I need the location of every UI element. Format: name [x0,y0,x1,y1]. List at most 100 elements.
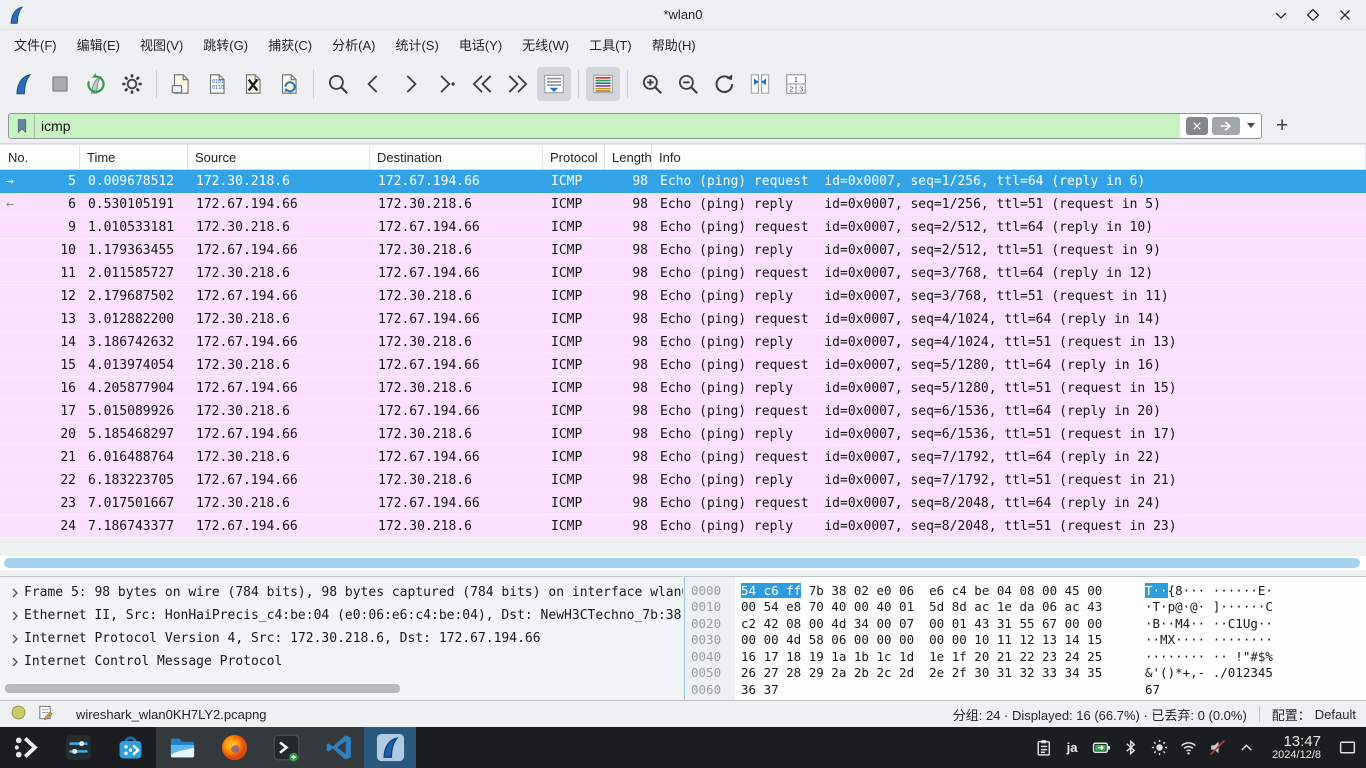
menu-item-7[interactable]: 统计(S) [385,32,448,57]
reload-file-button[interactable] [272,67,306,101]
column-header-destination[interactable]: Destination [370,145,543,169]
menu-item-10[interactable]: 工具(T) [579,32,642,57]
input-method-indicator[interactable]: ja [1061,737,1083,759]
hex-ascii[interactable]: &'()*+,- ./012345 [1123,665,1273,680]
menu-item-11[interactable]: 帮助(H) [642,32,706,57]
add-filter-button[interactable]: + [1276,116,1288,136]
find-packet-button[interactable] [321,67,355,101]
expert-info-icon[interactable] [10,704,27,724]
hex-ascii[interactable]: ·T·p@·@· ]······C [1123,599,1273,614]
hex-bytes[interactable]: 00 54 e8 70 40 00 40 01 5d 8d ac 1e da 0… [735,599,1123,614]
auto-scroll-button[interactable] [537,67,571,101]
zoom-reset-button[interactable] [707,67,741,101]
taskbar-app-wireshark[interactable] [364,727,416,768]
hex-ascii[interactable]: ········ ·· !"#$% [1123,649,1273,664]
hex-bytes[interactable]: 00 00 4d 58 06 00 00 00 00 00 10 11 12 1… [735,632,1123,647]
zoom-out-button[interactable] [671,67,705,101]
expand-chevron-icon[interactable] [6,634,24,644]
menu-item-6[interactable]: 分析(A) [322,32,385,57]
expand-chevron-icon[interactable] [6,611,24,621]
expand-chevron-icon[interactable] [6,657,24,667]
close-button[interactable] [1334,4,1356,26]
packet-row[interactable]: 237.017501667172.30.218.6172.67.194.66IC… [0,492,1366,515]
hex-ascii[interactable]: 67 [1123,682,1160,697]
display-filter-input[interactable] [35,114,1180,138]
hex-bytes[interactable]: 36 37 [735,682,1123,697]
column-header-time[interactable]: Time [80,145,188,169]
taskbar-app-firefox[interactable] [208,727,260,768]
menu-item-3[interactable]: 视图(V) [130,32,193,57]
packet-row[interactable]: 205.185468297172.67.194.66172.30.218.6IC… [0,423,1366,446]
hex-bytes[interactable]: 54 c6 ff 7b 38 02 e0 06 e6 c4 be 04 08 0… [735,583,1123,598]
menu-item-1[interactable]: 文件(F) [4,32,67,57]
battery-icon[interactable] [1090,737,1112,759]
capture-options-button[interactable] [115,67,149,101]
hex-ascii[interactable]: ··MX···· ········ [1123,632,1273,647]
menu-item-9[interactable]: 无线(W) [512,32,579,57]
close-file-button[interactable] [236,67,270,101]
taskbar-app-app-launcher[interactable] [0,727,52,768]
packet-row[interactable]: 247.186743377172.67.194.66172.30.218.6IC… [0,515,1366,538]
stop-capture-button[interactable] [43,67,77,101]
taskbar-app-file-manager[interactable] [156,727,208,768]
restart-capture-button[interactable] [79,67,113,101]
chevron-up-icon[interactable] [1235,737,1257,759]
taskbar-app-discover[interactable] [104,727,156,768]
hex-dump-pane[interactable]: 000054 c6 ff 7b 38 02 e0 06 e6 c4 be 04 … [684,576,1366,700]
clipboard-icon[interactable] [1032,737,1054,759]
hex-bytes[interactable]: 26 27 28 29 2a 2b 2c 2d 2e 2f 30 31 32 3… [735,665,1123,680]
packet-list-header[interactable]: No.TimeSourceDestinationProtocolLengthIn… [0,144,1366,170]
bluetooth-icon[interactable] [1119,737,1141,759]
menu-item-5[interactable]: 捕获(C) [258,32,322,57]
detail-line-3[interactable]: Internet Protocol Version 4, Src: 172.30… [0,627,683,650]
packet-row[interactable]: 112.011585727172.30.218.6172.67.194.66IC… [0,262,1366,285]
taskbar-app-system-settings[interactable] [52,727,104,768]
profile-value[interactable]: Default [1315,707,1356,722]
hex-ascii[interactable]: ·B··M4·· ··C1Ug·· [1123,616,1273,631]
capture-comment-icon[interactable] [37,704,54,724]
clock[interactable]: 13:472024/12/8 [1272,734,1321,761]
taskbar-app-vscode[interactable] [312,727,364,768]
packet-row[interactable]: 226.183223705172.67.194.66172.30.218.6IC… [0,469,1366,492]
packet-row[interactable]: 101.179363455172.67.194.66172.30.218.6IC… [0,239,1366,262]
packet-list-hscrollbar[interactable] [0,556,1366,570]
last-packet-button[interactable] [501,67,535,101]
menu-item-2[interactable]: 编辑(E) [67,32,130,57]
packet-row[interactable]: 164.205877904172.67.194.66172.30.218.6IC… [0,377,1366,400]
packet-row[interactable]: 175.015089926172.30.218.6172.67.194.66IC… [0,400,1366,423]
save-file-button[interactable]: 01010110 [200,67,234,101]
column-header-source[interactable]: Source [188,145,370,169]
colorize-button[interactable] [586,67,620,101]
open-file-button[interactable] [164,67,198,101]
wifi-icon[interactable] [1177,737,1199,759]
minimize-button[interactable] [1270,4,1292,26]
column-header-info[interactable]: Info [652,145,1366,169]
filter-bookmark-icon[interactable] [9,114,35,138]
hex-ascii[interactable]: T··{8··· ······E· [1123,583,1273,598]
clear-filter-button[interactable] [1186,117,1208,135]
menu-item-4[interactable]: 跳转(G) [193,32,258,57]
volume-muted-icon[interactable] [1206,737,1228,759]
taskbar-app-terminal[interactable] [260,727,312,768]
maximize-button[interactable] [1302,4,1324,26]
detail-line-1[interactable]: Frame 5: 98 bytes on wire (784 bits), 98… [0,581,683,604]
packet-row[interactable]: 133.012882200172.30.218.6172.67.194.66IC… [0,308,1366,331]
details-hscrollbar[interactable] [0,684,683,694]
packet-row[interactable]: 216.016488764172.30.218.6172.67.194.66IC… [0,446,1366,469]
packet-row[interactable]: 154.013974054172.30.218.6172.67.194.66IC… [0,354,1366,377]
apply-filter-button[interactable] [1212,117,1240,135]
zoom-in-button[interactable] [635,67,669,101]
column-header-protocol[interactable]: Protocol [543,145,605,169]
hex-bytes[interactable]: c2 42 08 00 4d 34 00 07 00 01 43 31 55 6… [735,616,1123,631]
detail-line-2[interactable]: Ethernet II, Src: HonHaiPrecis_c4:be:04 … [0,604,683,627]
packet-row[interactable]: 122.179687502172.67.194.66172.30.218.6IC… [0,285,1366,308]
expand-chevron-icon[interactable] [6,588,24,598]
layout-button[interactable]: 123 [779,67,813,101]
hex-bytes[interactable]: 16 17 18 19 1a 1b 1c 1d 1e 1f 20 21 22 2… [735,649,1123,664]
packet-row[interactable]: 143.186742632172.67.194.66172.30.218.6IC… [0,331,1366,354]
packet-row[interactable]: ←60.530105191172.67.194.66172.30.218.6IC… [0,193,1366,216]
packet-row[interactable]: 91.010533181172.30.218.6172.67.194.66ICM… [0,216,1366,239]
filter-dropdown-caret[interactable] [1247,123,1255,128]
go-to-packet-button[interactable] [429,67,463,101]
first-packet-button[interactable] [465,67,499,101]
